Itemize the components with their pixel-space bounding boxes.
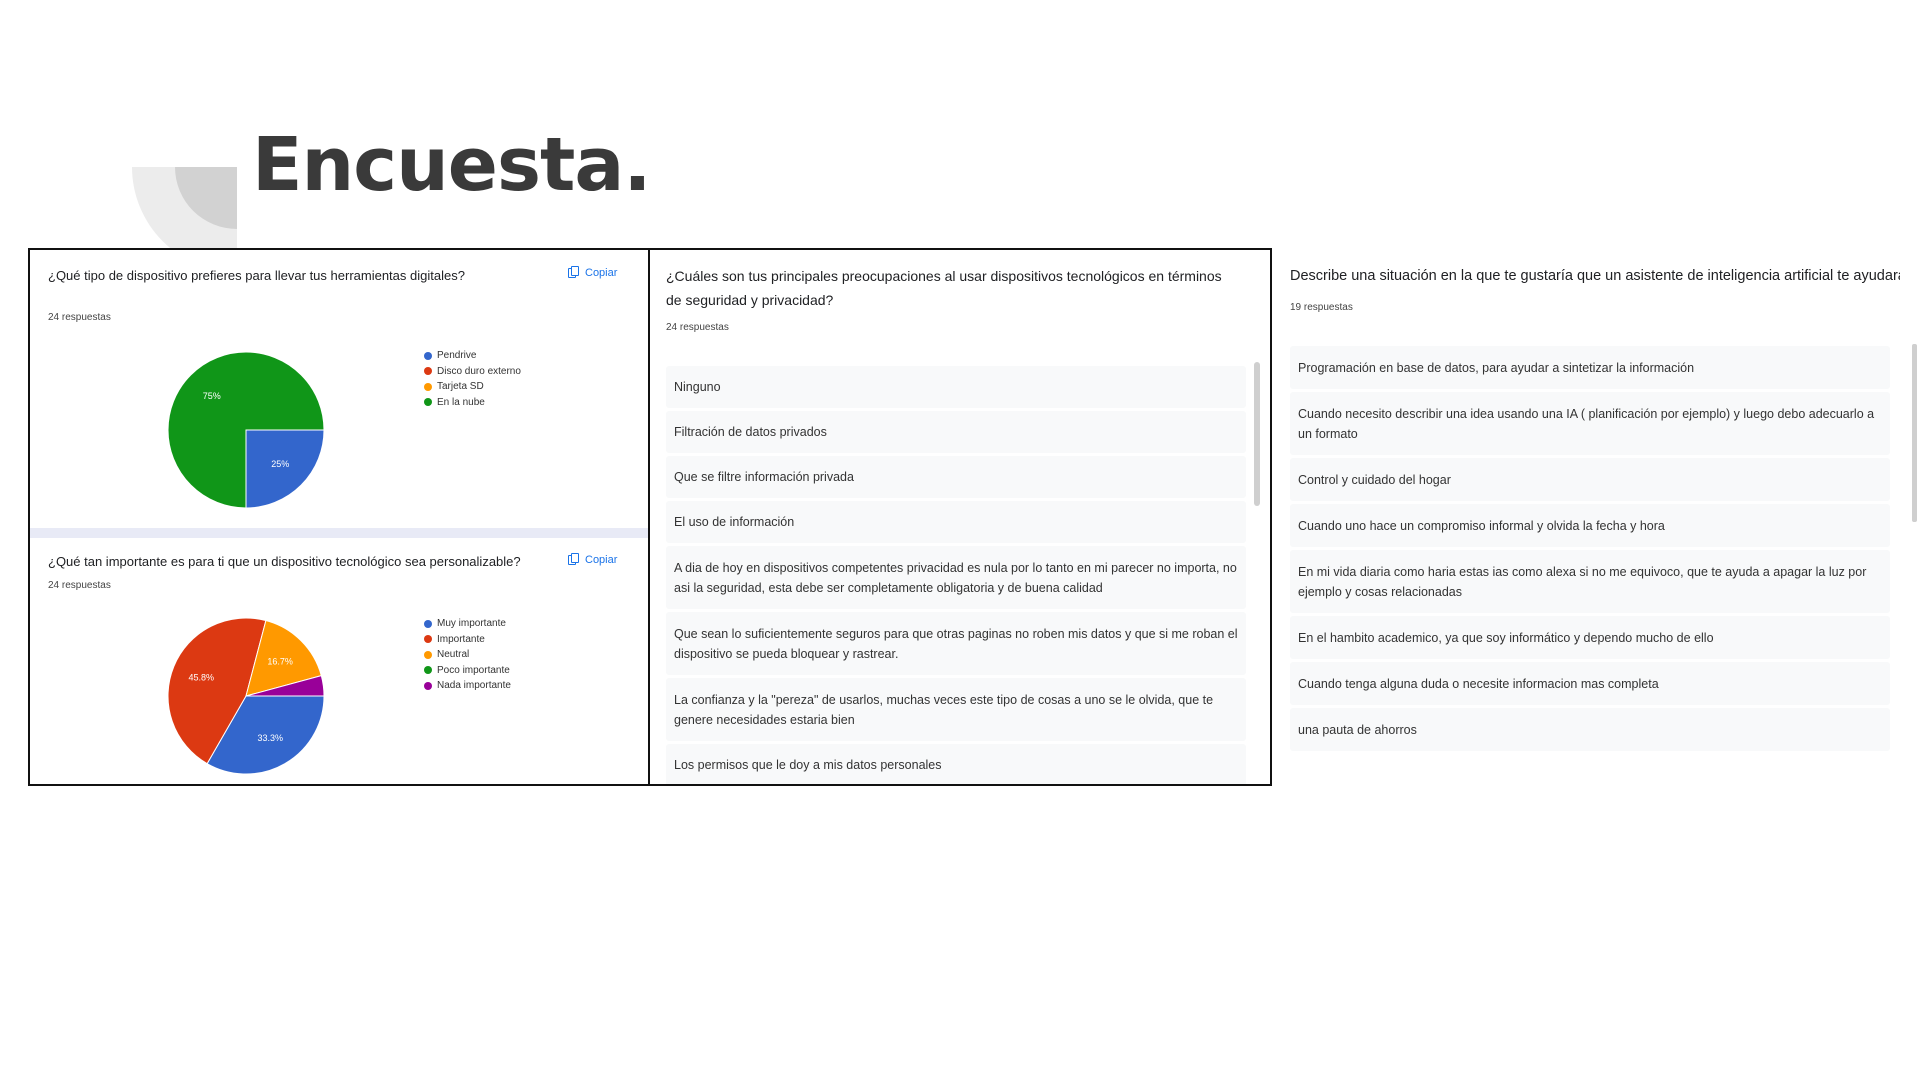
answer-item: A dia de hoy en dispositivos competentes… xyxy=(666,546,1246,609)
legend-q2: Muy importante Importante Neutral Poco impo… xyxy=(424,616,511,694)
legend-item: En la nube xyxy=(424,395,521,411)
pie-data-label: 75% xyxy=(203,391,221,401)
answer-list: Ninguno Filtración de datos privados Que s… xyxy=(666,366,1246,784)
answer-item: La confianza y la "pereza" de usarlos, m… xyxy=(666,678,1246,741)
answer-item: Control y cuidado del hogar xyxy=(1290,458,1890,501)
legend-label: Nada importante xyxy=(437,680,511,692)
answer-item: En mi vida diaria como haria estas ias c… xyxy=(1290,550,1890,613)
ai-answers-panel: Describe una situación en la que te gust… xyxy=(1280,262,1900,772)
copy-button-q1[interactable]: Copiar xyxy=(568,266,617,279)
pie-data-label: 33.3% xyxy=(257,733,283,743)
answer-list: Programación en base de datos, para ayud… xyxy=(1290,346,1890,754)
legend-label: Disco duro externo xyxy=(437,365,521,377)
legend-item: Nada importante xyxy=(424,678,511,694)
answer-item: Cuando tenga alguna duda o necesite info… xyxy=(1290,662,1890,705)
legend-label: Importante xyxy=(437,633,485,645)
copy-label: Copiar xyxy=(585,553,618,566)
pie-chart-device-type: 25% 75% xyxy=(167,351,325,509)
legend-swatch xyxy=(424,382,432,391)
answer-item: Los permisos que le doy a mis datos pers… xyxy=(666,744,1246,784)
pie-chart-personalization: 33.3% 45.8% 16.7% xyxy=(167,617,325,775)
legend-item: Tarjeta SD xyxy=(424,379,521,395)
legend-item: Importante xyxy=(424,632,511,648)
answer-item: Que sean lo suficientemente seguros para… xyxy=(666,612,1246,675)
legend-swatch xyxy=(424,681,432,690)
legend-label: Poco importante xyxy=(437,664,510,676)
response-count-q2: 24 respuestas xyxy=(48,580,111,591)
answer-item: Que se filtre información privada xyxy=(666,456,1246,498)
legend-item: Neutral xyxy=(424,647,511,663)
security-answers-panel: ¿Cuáles son tus principales preocupacion… xyxy=(650,248,1272,786)
answer-item: Cuando uno hace un compromiso informal y… xyxy=(1290,504,1890,547)
legend-swatch xyxy=(424,367,432,376)
copy-icon xyxy=(568,553,579,566)
legend-item: Disco duro externo xyxy=(424,364,521,380)
legend-item: Poco importante xyxy=(424,663,511,679)
answer-item: El uso de información xyxy=(666,501,1246,543)
legend-swatch xyxy=(424,635,432,644)
scrollbar[interactable] xyxy=(1912,344,1917,522)
response-count-q1: 24 respuestas xyxy=(48,312,111,323)
pie-data-label: 45.8% xyxy=(188,673,214,683)
legend-label: Neutral xyxy=(437,649,470,661)
question-4-title: Describe una situación en la que te gust… xyxy=(1290,268,1900,284)
answer-item: una pauta de ahorros xyxy=(1290,708,1890,751)
question-1-title: ¿Qué tipo de dispositivo prefieres para … xyxy=(48,268,465,283)
question-3-title: ¿Cuáles son tus principales preocupacion… xyxy=(666,268,1222,308)
legend-label: En la nube xyxy=(437,396,485,408)
response-count-q4: 19 respuestas xyxy=(1290,302,1353,313)
question-2-title: ¿Qué tan importante es para ti que un di… xyxy=(48,554,521,569)
legend-label: Tarjeta SD xyxy=(437,381,484,393)
pie-data-label: 16.7% xyxy=(267,657,293,667)
scrollbar[interactable] xyxy=(1254,362,1260,506)
answer-item: Filtración de datos privados xyxy=(666,411,1246,453)
pie-data-label: 25% xyxy=(271,459,289,469)
legend-label: Pendrive xyxy=(437,350,477,362)
legend-swatch xyxy=(424,351,432,360)
legend-item: Pendrive xyxy=(424,348,521,364)
copy-label: Copiar xyxy=(585,266,618,279)
legend-swatch xyxy=(424,666,432,675)
legend-label: Muy importante xyxy=(437,618,506,630)
response-count-q3: 24 respuestas xyxy=(666,322,729,333)
legend-swatch xyxy=(424,398,432,407)
answer-item: Cuando necesito describir una idea usand… xyxy=(1290,392,1890,455)
answer-item: Programación en base de datos, para ayud… xyxy=(1290,346,1890,389)
slide-title: Encuesta. xyxy=(252,122,651,208)
copy-button-q2[interactable]: Copiar xyxy=(568,553,617,566)
legend-swatch xyxy=(424,619,432,628)
charts-panel: ¿Qué tipo de dispositivo prefieres para … xyxy=(28,248,650,786)
copy-icon xyxy=(568,266,579,279)
answer-item: En el hambito academico, ya que soy info… xyxy=(1290,616,1890,659)
legend-item: Muy importante xyxy=(424,616,511,632)
section-divider xyxy=(30,528,648,538)
legend-swatch xyxy=(424,650,432,659)
answer-item: Ninguno xyxy=(666,366,1246,408)
legend-q1: Pendrive Disco duro externo Tarjeta SD En l… xyxy=(424,348,521,410)
